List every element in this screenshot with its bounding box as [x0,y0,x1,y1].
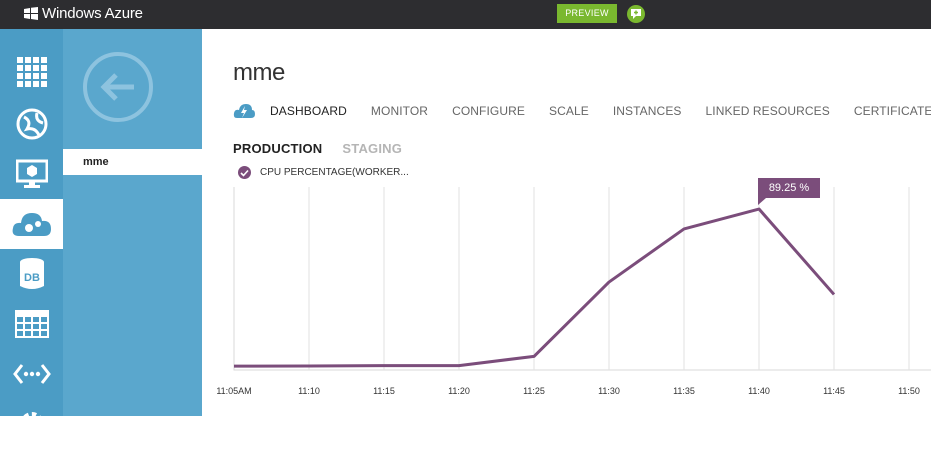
tab-linked-resources[interactable]: LINKED RESOURCES [706,104,830,118]
tab-configure[interactable]: CONFIGURE [452,104,525,118]
tab-certificates[interactable]: CERTIFICATES [854,104,931,118]
checkmark-icon [238,166,251,179]
metric-selector[interactable]: CPU PERCENTAGE(WORKER... [238,166,409,179]
left-nav: DB [0,29,63,436]
cloud-services-icon[interactable] [0,199,63,249]
web-sites-icon[interactable] [0,99,63,149]
top-bar: Windows Azure PREVIEW [0,0,931,29]
back-arrow-icon[interactable] [82,51,154,123]
tab-monitor[interactable]: MONITOR [371,104,428,118]
storage-icon[interactable] [0,299,63,349]
settings-icon[interactable] [0,399,63,449]
subtab-production[interactable]: PRODUCTION [233,141,322,156]
virtual-machines-icon[interactable] [0,149,63,199]
service-panel: mme [63,29,202,416]
tab-bar: DASHBOARD MONITOR CONFIGURE SCALE INSTAN… [233,102,931,120]
svg-text:DB: DB [24,272,40,284]
quick-start-icon[interactable] [233,102,255,120]
feedback-icon[interactable] [627,5,645,23]
tab-dashboard[interactable]: DASHBOARD [270,104,347,118]
tab-instances[interactable]: INSTANCES [613,104,682,118]
service-item-mme[interactable]: mme [63,149,202,175]
all-items-icon[interactable] [0,47,63,97]
environment-tabs: PRODUCTION STAGING [233,141,422,156]
brand-name: Windows Azure [42,5,143,22]
tooltip-pointer [758,198,766,205]
metric-label: CPU PERCENTAGE(WORKER... [260,167,409,178]
page-title: mme [233,59,285,86]
sql-databases-icon[interactable]: DB [0,249,63,299]
main-content: mme DASHBOARD MONITOR CONFIGURE SCALE IN… [202,29,931,416]
windows-logo-icon [24,7,38,20]
brand-logo[interactable]: Windows Azure [24,5,143,22]
tab-scale[interactable]: SCALE [549,104,589,118]
preview-button[interactable]: PREVIEW [557,4,617,23]
subtab-staging[interactable]: STAGING [342,141,402,156]
value-tooltip: 89.25 % [758,178,820,198]
networks-icon[interactable] [0,349,63,399]
